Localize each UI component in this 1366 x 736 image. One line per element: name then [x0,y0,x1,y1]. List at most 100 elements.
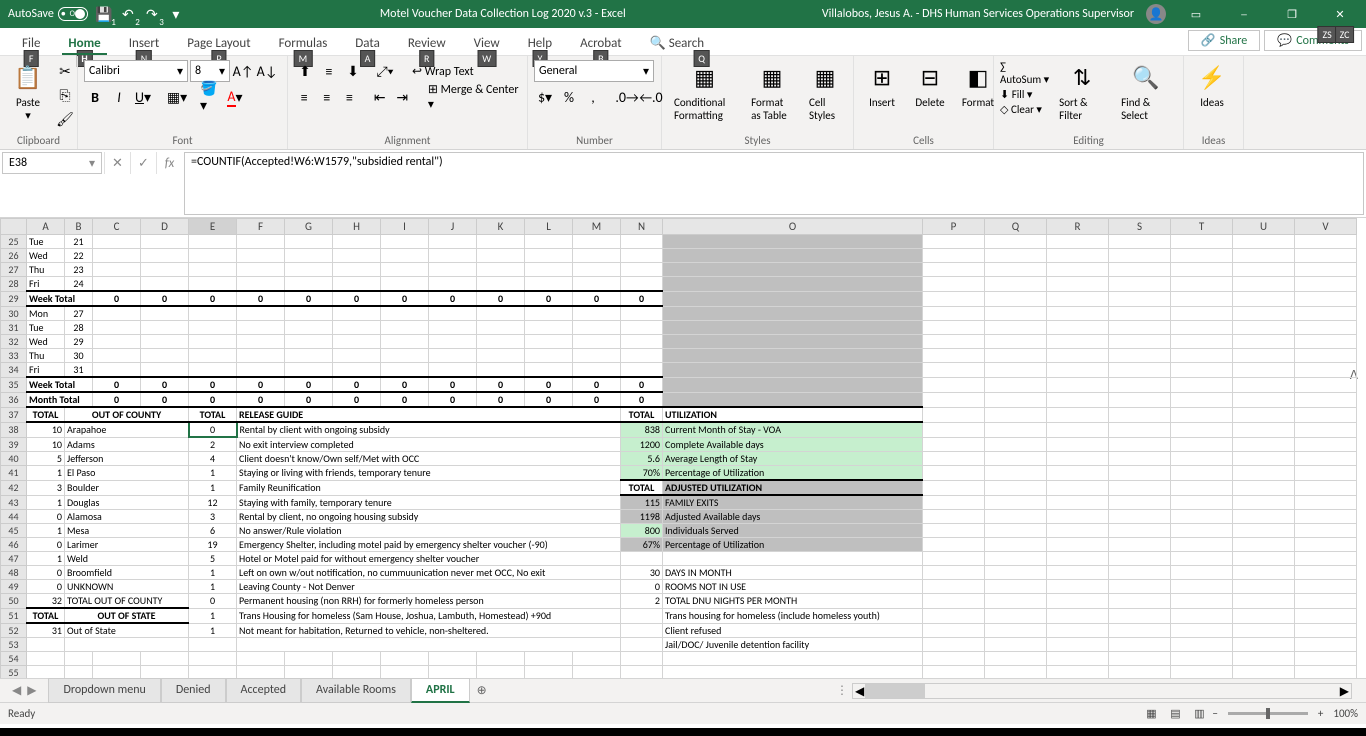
bold-icon[interactable]: B [84,86,106,108]
cell[interactable] [477,263,525,277]
cell[interactable] [1233,466,1295,481]
cell[interactable]: 22 [65,249,93,263]
col-header[interactable]: B [65,219,93,235]
cell[interactable] [333,652,381,666]
cell[interactable]: 0 [525,392,573,407]
cell[interactable] [477,306,525,321]
cell[interactable] [381,349,429,363]
cell[interactable]: 1 [27,495,65,510]
cell[interactable]: 1 [189,466,237,481]
cell[interactable]: 12 [189,495,237,510]
cell[interactable] [189,306,237,321]
cell[interactable] [621,638,663,652]
col-header[interactable]: O [663,219,923,235]
cell[interactable] [285,306,333,321]
cell[interactable]: 1 [27,552,65,566]
cell[interactable] [985,480,1047,495]
cell[interactable] [1109,552,1171,566]
cell[interactable] [985,407,1047,422]
cell[interactable] [333,321,381,335]
row-header[interactable]: 40 [1,452,27,466]
cell[interactable]: Week Total [27,291,93,306]
cell[interactable]: 0 [333,291,381,306]
cell[interactable]: Wed [27,249,65,263]
cell[interactable] [1295,552,1357,566]
cell[interactable] [1233,363,1295,378]
cell[interactable]: 115 [621,495,663,510]
cell[interactable] [237,335,285,349]
cell[interactable] [1047,407,1109,422]
cell[interactable]: ADJUSTED UTILIZATION [663,480,923,495]
cell[interactable]: 0 [477,291,525,306]
cell[interactable]: Wed [27,335,65,349]
cell[interactable]: 0 [621,377,663,392]
cell[interactable] [65,638,189,652]
cell[interactable] [27,652,65,666]
align-middle-icon[interactable]: ≡ [318,60,340,82]
cell[interactable]: TOTAL [189,407,237,422]
col-header[interactable]: T [1171,219,1233,235]
cell[interactable]: 0 [93,291,141,306]
cell[interactable] [1233,638,1295,652]
cell[interactable]: 1200 [621,437,663,452]
cell[interactable] [381,235,429,249]
orientation-icon[interactable]: ⤢▾ [374,60,396,82]
cell[interactable] [1295,510,1357,524]
cell[interactable] [1109,392,1171,407]
tab-acrobat[interactable]: AcrobatB [566,32,636,55]
row-header[interactable]: 41 [1,466,27,481]
cell-styles-button[interactable]: ▦Cell Styles [803,60,847,124]
cell[interactable] [923,422,985,437]
cell[interactable]: Rental by client with ongoing subsidy [237,422,621,437]
cancel-formula-icon[interactable]: ✕ [104,152,130,174]
cell[interactable]: 29 [65,335,93,349]
cell[interactable]: 0 [141,291,189,306]
cell[interactable] [1233,407,1295,422]
row-header[interactable]: 29 [1,291,27,306]
cell[interactable]: 3 [27,480,65,495]
cell[interactable] [1295,306,1357,321]
percent-icon[interactable]: % [558,86,580,108]
cell[interactable] [573,335,621,349]
cell[interactable]: 0 [27,538,65,552]
increase-indent-icon[interactable]: ⇥ [392,86,413,108]
cell[interactable] [1171,538,1233,552]
ideas-button[interactable]: ⚡Ideas [1190,60,1234,111]
cell[interactable] [189,666,237,679]
cell[interactable] [1171,608,1233,623]
cell[interactable]: 800 [621,524,663,538]
cell[interactable] [237,277,285,292]
border-icon[interactable]: ▦▾ [166,86,188,108]
cell[interactable] [141,249,189,263]
decrease-font-icon[interactable]: A↓ [256,60,278,82]
cell[interactable] [1233,349,1295,363]
tab-insert[interactable]: InsertN [115,32,174,55]
col-header[interactable]: C [93,219,141,235]
cell[interactable] [429,321,477,335]
cell[interactable] [573,349,621,363]
cell[interactable] [923,349,985,363]
cell[interactable] [429,277,477,292]
cell[interactable] [237,666,285,679]
cell[interactable] [1233,566,1295,580]
cell[interactable] [573,263,621,277]
cell[interactable] [237,306,285,321]
cell[interactable] [1295,335,1357,349]
cell[interactable] [621,623,663,638]
cell[interactable] [1171,480,1233,495]
cell[interactable]: 2 [621,594,663,609]
row-header[interactable]: 32 [1,335,27,349]
cell[interactable] [1047,392,1109,407]
cell[interactable]: No answer/Rule violation [237,524,621,538]
cell[interactable] [525,363,573,378]
cell[interactable] [1171,652,1233,666]
cell[interactable] [1047,277,1109,292]
align-right-icon[interactable]: ≡ [339,86,360,108]
cell[interactable] [381,363,429,378]
redo-icon[interactable]: ↷3 [144,6,160,22]
cell[interactable]: Permanent housing (non RRH) for formerly… [237,594,621,609]
cell[interactable]: Left on own w/out notification, no cummu… [237,566,621,580]
cell[interactable] [1171,623,1233,638]
row-header[interactable]: 53 [1,638,27,652]
comments-button[interactable]: 💬 CommentsZC [1264,30,1362,51]
